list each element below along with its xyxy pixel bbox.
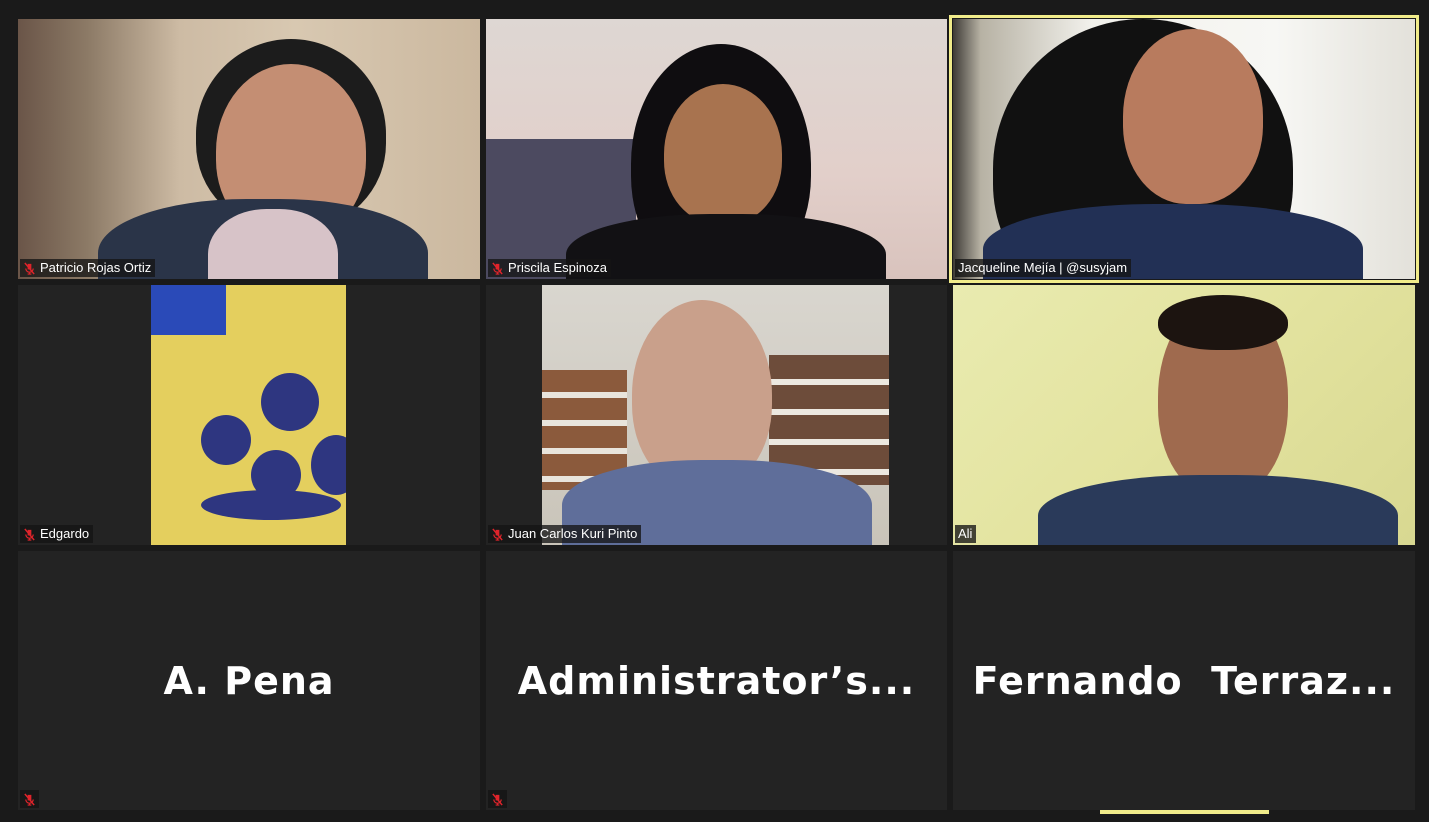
active-speaker-indicator	[1100, 810, 1269, 814]
participant-name-tag: Priscila Espinoza	[488, 259, 611, 277]
participant-display-name: A. Pena	[163, 658, 335, 703]
video-feed	[486, 285, 947, 545]
participant-name-tag: Edgardo	[20, 525, 94, 543]
participant-display-name: Fernando Terraz...	[972, 658, 1396, 703]
participant-name: Juan Carlos Kuri Pinto	[508, 526, 638, 541]
video-feed	[18, 285, 480, 545]
participant-tile-4[interactable]: Edgardo	[18, 285, 480, 545]
participant-tile-8[interactable]: Administrator’s...	[486, 551, 947, 810]
participant-tile-3[interactable]: Jacqueline Mejía | @susyjam	[949, 15, 1419, 283]
participant-name-tag	[20, 790, 39, 808]
participant-tile-9[interactable]: Fernando Terraz...	[953, 551, 1415, 810]
participant-name: Edgardo	[40, 526, 90, 541]
participant-name: Jacqueline Mejía | @susyjam	[958, 260, 1128, 275]
participant-name: Patricio Rojas Ortiz	[40, 260, 152, 275]
video-feed	[953, 285, 1415, 545]
participant-name-tag: Ali	[955, 525, 977, 543]
participant-tile-2[interactable]: Priscila Espinoza	[486, 19, 947, 279]
participant-tile-5[interactable]: Juan Carlos Kuri Pinto	[486, 285, 947, 545]
video-feed	[486, 19, 947, 279]
participant-tile-6[interactable]: Ali	[953, 285, 1415, 545]
participant-name-tag: Jacqueline Mejía | @susyjam	[955, 259, 1132, 277]
mic-muted-icon	[23, 261, 36, 275]
mic-muted-icon	[491, 261, 504, 275]
participant-tile-1[interactable]: Patricio Rojas Ortiz	[18, 19, 480, 279]
participant-name: Ali	[958, 526, 973, 541]
mic-muted-icon	[23, 792, 36, 806]
mic-muted-icon	[23, 527, 36, 541]
mic-muted-icon	[491, 792, 504, 806]
participant-name: Priscila Espinoza	[508, 260, 607, 275]
video-feed	[18, 19, 480, 279]
participant-name-tag: Patricio Rojas Ortiz	[20, 259, 156, 277]
participant-tile-7[interactable]: A. Pena	[18, 551, 480, 810]
participant-name-tag: Juan Carlos Kuri Pinto	[488, 525, 642, 543]
participant-display-name: Administrator’s...	[517, 658, 916, 703]
participant-name-tag	[488, 790, 507, 808]
video-feed	[953, 19, 1415, 279]
mic-muted-icon	[491, 527, 504, 541]
